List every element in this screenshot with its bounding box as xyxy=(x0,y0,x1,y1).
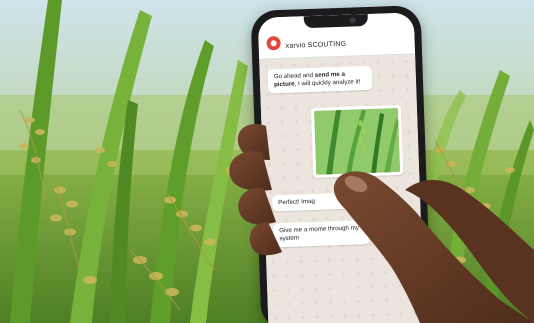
contact-name: xarvio SCOUTING xyxy=(285,40,347,50)
scene: xarvio SCOUTING Go ahead and send me a p… xyxy=(0,0,534,323)
phone-notch xyxy=(303,13,369,29)
phone-screen: xarvio SCOUTING Go ahead and send me a p… xyxy=(257,12,425,323)
message-1-tail: , I will quickly analyze it! xyxy=(294,78,361,88)
message-bubble-give-me-a-moment: Give me a mome through my system xyxy=(272,220,370,248)
contact-avatar-icon[interactable] xyxy=(266,36,281,51)
message-bubble-perfect-image: Perfect! Imag xyxy=(271,192,369,212)
rice-plant-photo[interactable] xyxy=(313,107,401,175)
sent-photo-message[interactable] xyxy=(310,104,404,178)
message-bubble-send-picture: Go ahead and send me a picture, I will q… xyxy=(267,65,373,94)
chat-body[interactable]: Go ahead and send me a picture, I will q… xyxy=(259,54,425,323)
smartphone: xarvio SCOUTING Go ahead and send me a p… xyxy=(250,5,432,323)
message-1-lead: Go ahead and xyxy=(273,71,315,81)
camera-icon xyxy=(349,17,356,24)
